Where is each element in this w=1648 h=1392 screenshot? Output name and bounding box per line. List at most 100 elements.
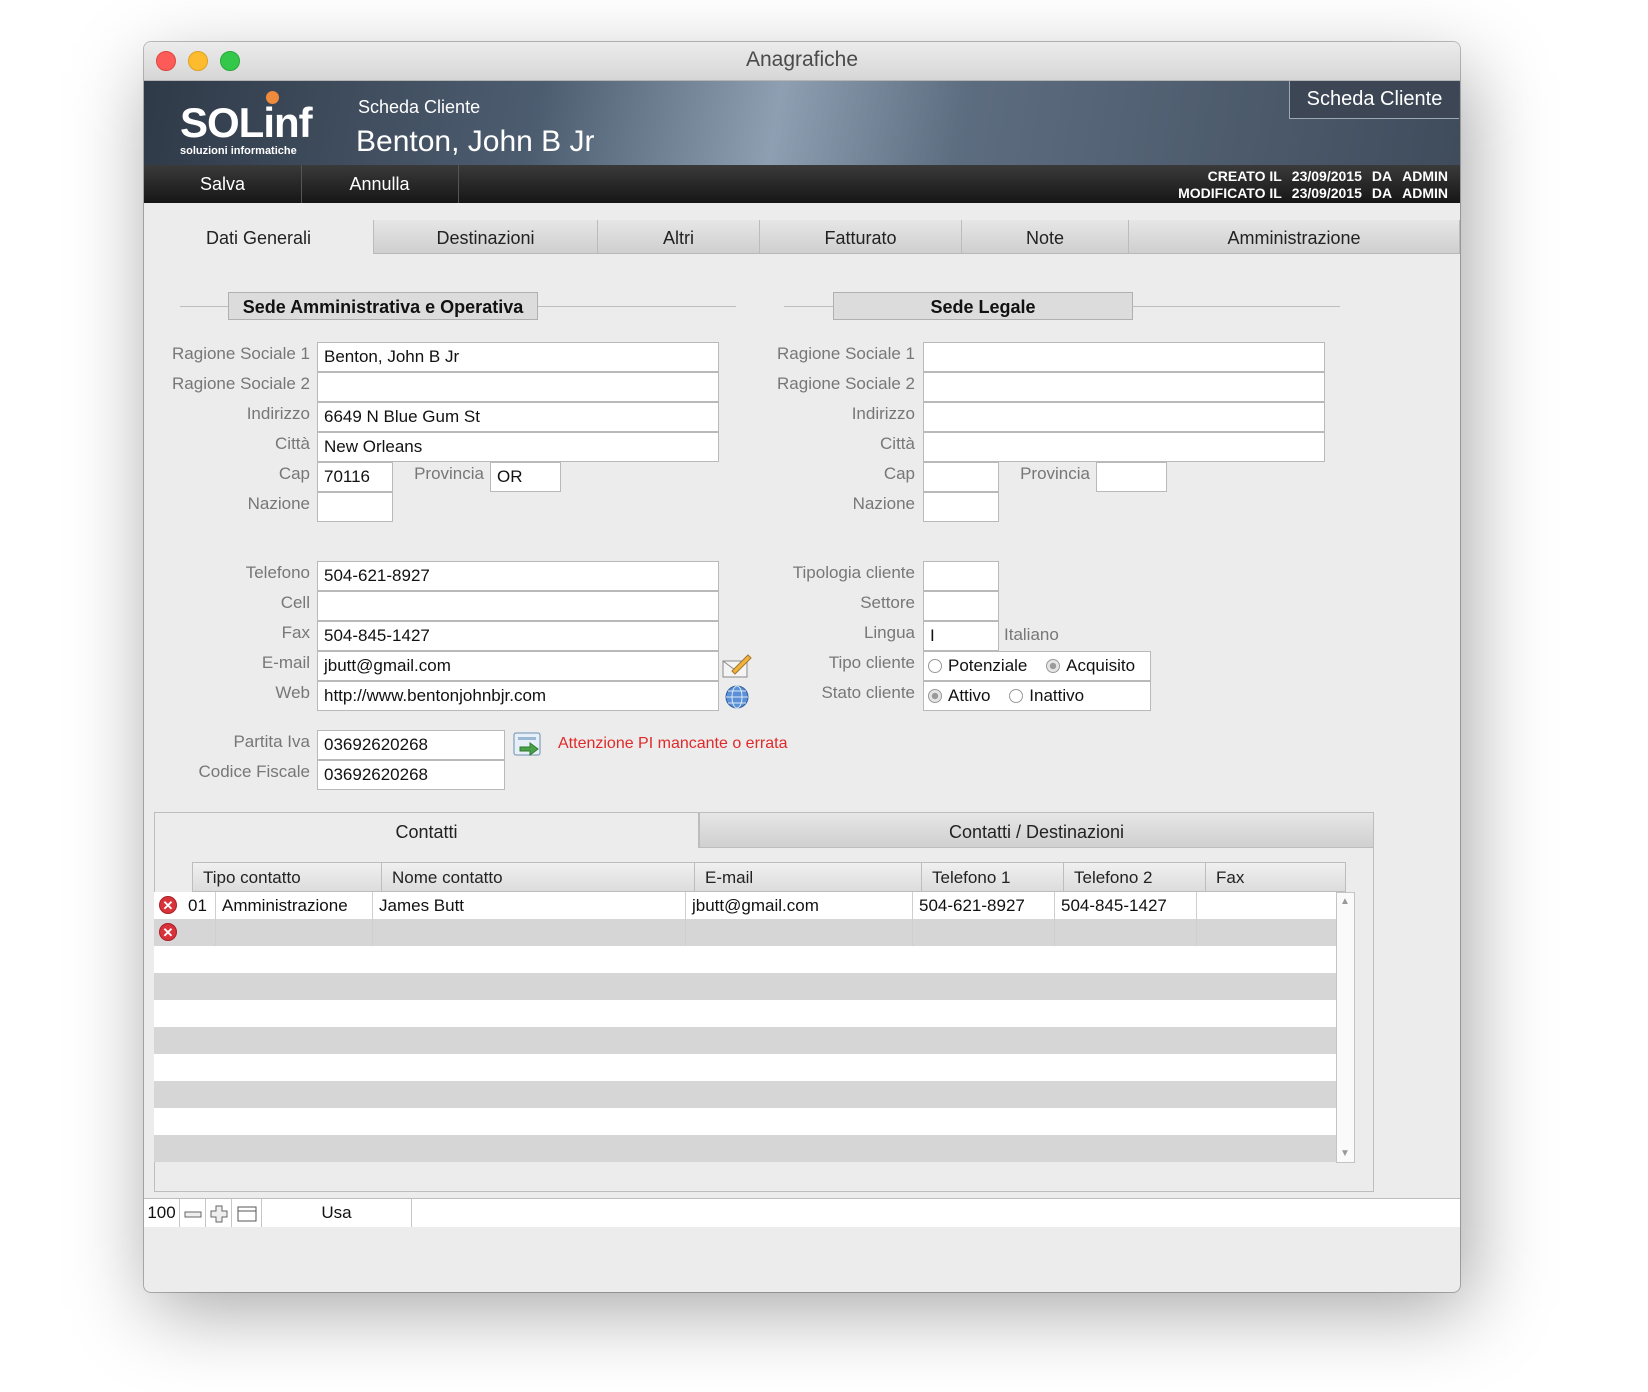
radio-acquisito[interactable] (1046, 659, 1061, 673)
cell-tel1: 504-621-8927 (913, 892, 1055, 919)
cell-field[interactable] (317, 591, 719, 621)
logo-subtitle: soluzioni informatiche (180, 145, 297, 157)
label-provincia: Provincia (414, 464, 484, 483)
app-window: Anagrafiche SOLinf soluzioni informatich… (144, 42, 1460, 1292)
cell-tel2: 504-845-1427 (1055, 892, 1197, 919)
vat-check-icon[interactable] (512, 730, 544, 765)
settore-field[interactable] (923, 591, 999, 621)
legale-citta-field[interactable] (923, 432, 1325, 462)
legale-indirizzo-field[interactable] (923, 402, 1325, 432)
modified-date: 23/09/2015 (1291, 185, 1362, 201)
section-badge: Scheda Cliente (1289, 81, 1459, 119)
tab-contatti-destinazioni[interactable]: Contatti / Destinazioni (699, 812, 1374, 848)
potenziale-label: Potenziale (948, 656, 1028, 675)
tab-destinazioni[interactable]: Destinazioni (374, 220, 598, 254)
col-telefono2[interactable]: Telefono 2 (1064, 862, 1206, 892)
lingua-field[interactable]: I (923, 621, 999, 651)
modified-label: MODIFICATO IL (1178, 185, 1282, 201)
label-legale-ragione2: Ragione Sociale 2 (777, 374, 915, 393)
cell-fax (1197, 892, 1336, 919)
ragione1-field[interactable]: Benton, John B Jr (317, 342, 719, 372)
legale-nazione-field[interactable] (923, 492, 999, 522)
col-email[interactable]: E-mail (695, 862, 922, 892)
legale-ragione2-field[interactable] (923, 372, 1325, 402)
label-legale-nazione: Nazione (852, 494, 915, 513)
empty-row (154, 1108, 1336, 1135)
tab-contatti[interactable]: Contatti (154, 812, 699, 848)
cancel-button[interactable]: Annulla (301, 165, 459, 203)
label-legale-provincia: Provincia (1020, 464, 1090, 483)
zoom-level: 100 (144, 1199, 180, 1227)
scroll-down-icon[interactable]: ▼ (1340, 1148, 1350, 1159)
created-label: CREATO IL (1207, 168, 1282, 184)
fax-field[interactable]: 504-845-1427 (317, 621, 719, 651)
inattivo-label: Inattivo (1029, 686, 1085, 705)
partita-iva-field[interactable]: 03692620268 (317, 730, 505, 760)
web-field[interactable]: http://www.bentonjohnbjr.com (317, 681, 719, 711)
label-cap: Cap (278, 464, 310, 483)
created-by: ADMIN (1402, 168, 1448, 184)
radio-attivo[interactable] (928, 689, 942, 703)
acquisito-label: Acquisito (1066, 656, 1136, 675)
legale-ragione1-field[interactable] (923, 342, 1325, 372)
cell-empty (373, 919, 686, 946)
table-row-new[interactable]: ✕ (154, 919, 1336, 946)
piva-warning: Attenzione PI mancante o errata (558, 735, 788, 752)
label-legale-ragione1: Ragione Sociale 1 (777, 344, 915, 363)
empty-row (154, 1027, 1336, 1054)
tab-altri[interactable]: Altri (598, 220, 760, 254)
scroll-up-icon[interactable]: ▲ (1340, 896, 1350, 907)
codice-fiscale-field[interactable]: 03692620268 (317, 760, 505, 790)
telefono-field[interactable]: 504-621-8927 (317, 561, 719, 591)
col-tipo-contatto[interactable]: Tipo contatto (192, 862, 382, 892)
created-by-label: DA (1371, 168, 1393, 184)
cell-tipo: Amministrazione (216, 892, 373, 919)
cell-email: jbutt@gmail.com (686, 892, 913, 919)
layout-icon[interactable] (232, 1199, 262, 1227)
cap-field[interactable]: 70116 (317, 462, 393, 492)
cell-code: 01 (182, 892, 216, 919)
delete-row-icon[interactable]: ✕ (159, 896, 177, 914)
label-cell: Cell (280, 593, 310, 612)
label-ragione2: Ragione Sociale 2 (172, 374, 310, 393)
zoom-out-icon[interactable] (180, 1199, 206, 1227)
delete-row-icon[interactable]: ✕ (159, 923, 177, 941)
stato-cliente-group: Attivo Inattivo (923, 681, 1151, 711)
radio-inattivo[interactable] (1009, 689, 1024, 703)
tab-dati-generali[interactable]: Dati Generali (144, 220, 374, 254)
legale-cap-field[interactable] (923, 462, 999, 492)
save-button[interactable]: Salva (144, 165, 302, 203)
col-nome-contatto[interactable]: Nome contatto (382, 862, 695, 892)
nazione-field[interactable] (317, 492, 393, 522)
empty-row (154, 1135, 1336, 1162)
col-fax[interactable]: Fax (1206, 862, 1346, 892)
tab-amministrazione[interactable]: Amministrazione (1129, 220, 1460, 254)
table-scrollbar[interactable]: ▲ ▼ (1336, 892, 1355, 1163)
tipologia-field[interactable] (923, 561, 999, 591)
label-telefono: Telefono (245, 563, 310, 582)
col-telefono1[interactable]: Telefono 1 (922, 862, 1064, 892)
provincia-field[interactable]: OR (490, 462, 561, 492)
table-row[interactable]: ✕ 01 Amministrazione James Butt jbutt@gm… (154, 892, 1336, 919)
email-field[interactable]: jbutt@gmail.com (317, 651, 719, 681)
window-title: Anagrafiche (745, 48, 859, 71)
zoom-in-icon[interactable] (206, 1199, 232, 1227)
legale-provincia-field[interactable] (1096, 462, 1167, 492)
cell-empty (216, 919, 373, 946)
title-bar: Anagrafiche (144, 42, 1460, 81)
label-email: E-mail (261, 653, 310, 672)
label-lingua: Lingua (863, 623, 915, 642)
header-banner: SOLinf soluzioni informatiche Scheda Cli… (144, 81, 1460, 165)
cell-empty (1055, 919, 1197, 946)
citta-field[interactable]: New Orleans (317, 432, 719, 462)
radio-potenziale[interactable] (928, 659, 942, 673)
empty-row (154, 1000, 1336, 1027)
tab-note[interactable]: Note (962, 220, 1129, 254)
cell-empty (913, 919, 1055, 946)
section-title-legale: Sede Legale (833, 292, 1133, 320)
indirizzo-field[interactable]: 6649 N Blue Gum St (317, 402, 719, 432)
ragione2-field[interactable] (317, 372, 719, 402)
locale-indicator: Usa (262, 1199, 412, 1227)
tab-fatturato[interactable]: Fatturato (760, 220, 962, 254)
label-codice-fiscale: Codice Fiscale (198, 762, 311, 781)
